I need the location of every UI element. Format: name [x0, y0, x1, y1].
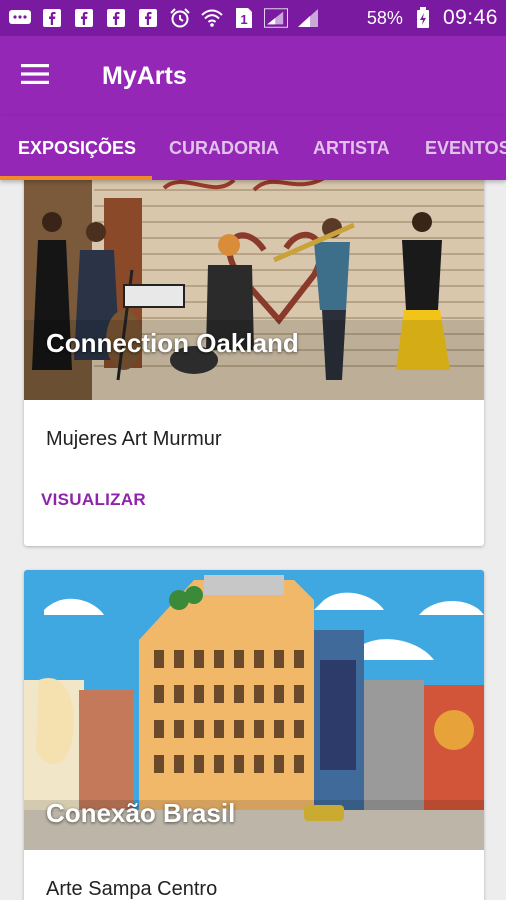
battery-icon: [411, 7, 435, 29]
chat-icon: [8, 7, 32, 29]
exhibition-card[interactable]: Conexão Brasil Arte Sampa Centro: [24, 570, 484, 900]
active-tab-indicator: [0, 176, 152, 180]
sim-icon: 1: [232, 7, 256, 29]
facebook-icon: [72, 7, 96, 29]
tab-artista[interactable]: ARTISTA: [313, 116, 390, 180]
svg-text:1: 1: [240, 12, 247, 27]
facebook-icon: [136, 7, 160, 29]
alarm-icon: [168, 7, 192, 29]
notification-icons: 1: [8, 7, 320, 29]
exhibition-subtitle: Arte Sampa Centro: [46, 878, 218, 900]
exhibition-list[interactable]: Connection Oakland Mujeres Art Murmur VI…: [0, 180, 506, 900]
status-bar: 1 58% 09:46: [0, 0, 506, 36]
signal-icon: [296, 7, 320, 29]
exhibition-image: Connection Oakland: [24, 180, 484, 400]
view-button[interactable]: VISUALIZAR: [41, 490, 146, 510]
facebook-icon: [40, 7, 64, 29]
battery-percent: 58%: [366, 7, 403, 28]
tab-curadoria[interactable]: CURADORIA: [169, 116, 279, 180]
app-bar: MyArts: [0, 36, 506, 116]
exhibition-title: Connection Oakland: [46, 328, 299, 358]
tab-bar: EXPOSIÇÕES CURADORIA ARTISTA EVENTOS: [0, 116, 506, 180]
exhibition-card[interactable]: Connection Oakland Mujeres Art Murmur VI…: [24, 180, 484, 546]
hamburger-menu-icon: [21, 63, 49, 90]
tab-eventos[interactable]: EVENTOS: [425, 116, 506, 180]
facebook-icon: [104, 7, 128, 29]
menu-button[interactable]: [0, 36, 70, 116]
wifi-icon: [200, 7, 224, 29]
exhibition-image: Conexão Brasil: [24, 570, 484, 850]
exhibition-title: Conexão Brasil: [46, 798, 236, 828]
signal-icon: [264, 7, 288, 29]
tab-exposicoes[interactable]: EXPOSIÇÕES: [18, 116, 136, 180]
app-title: MyArts: [102, 61, 187, 90]
exhibition-subtitle: Mujeres Art Murmur: [46, 428, 222, 450]
clock: 09:46: [442, 6, 498, 29]
